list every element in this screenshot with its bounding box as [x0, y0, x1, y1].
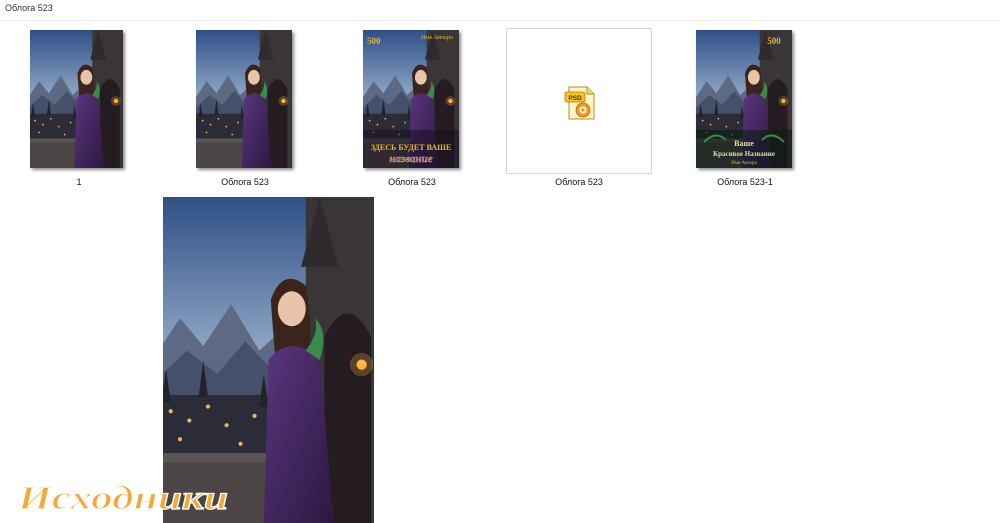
cover-title-line2: Красивое Название [713, 150, 775, 158]
image-thumbnail [196, 30, 292, 168]
header-divider [0, 20, 1000, 21]
cover-title-line1: ЗДЕСЬ БУДЕТ ВАШЕ [371, 143, 452, 152]
watermark-text: Исходники [17, 480, 228, 517]
cover-price: 500 [367, 36, 381, 46]
cover-thumbnail: 500 Имя Автора ЗДЕСЬ БУДЕТ ВАШЕ название [363, 30, 459, 168]
cover-title-line2: название [389, 153, 432, 165]
file-caption: 1 [76, 177, 82, 187]
file-item[interactable]: PSD [506, 28, 652, 174]
cover-author: Имя Автора [420, 35, 453, 41]
file-caption: Облога 523-1 [717, 177, 773, 187]
file-caption: Облога 523 [221, 177, 269, 187]
image-thumbnail [30, 30, 123, 168]
file-caption: Облога 523 [555, 177, 603, 187]
cover-title-line1: Ваше [734, 139, 754, 148]
watermark-logo: Исходники [16, 479, 228, 517]
cover-author: Имя Автора [731, 161, 757, 166]
cover-price: 500 [767, 36, 781, 46]
psd-file-icon: PSD [564, 86, 595, 120]
breadcrumb: Облога 523 [5, 3, 53, 13]
psd-badge-label: PSD [568, 95, 582, 102]
file-caption: Облога 523 [388, 177, 436, 187]
cover-thumbnail: 500 Ваше Красивое Название Имя Автора [696, 30, 792, 168]
